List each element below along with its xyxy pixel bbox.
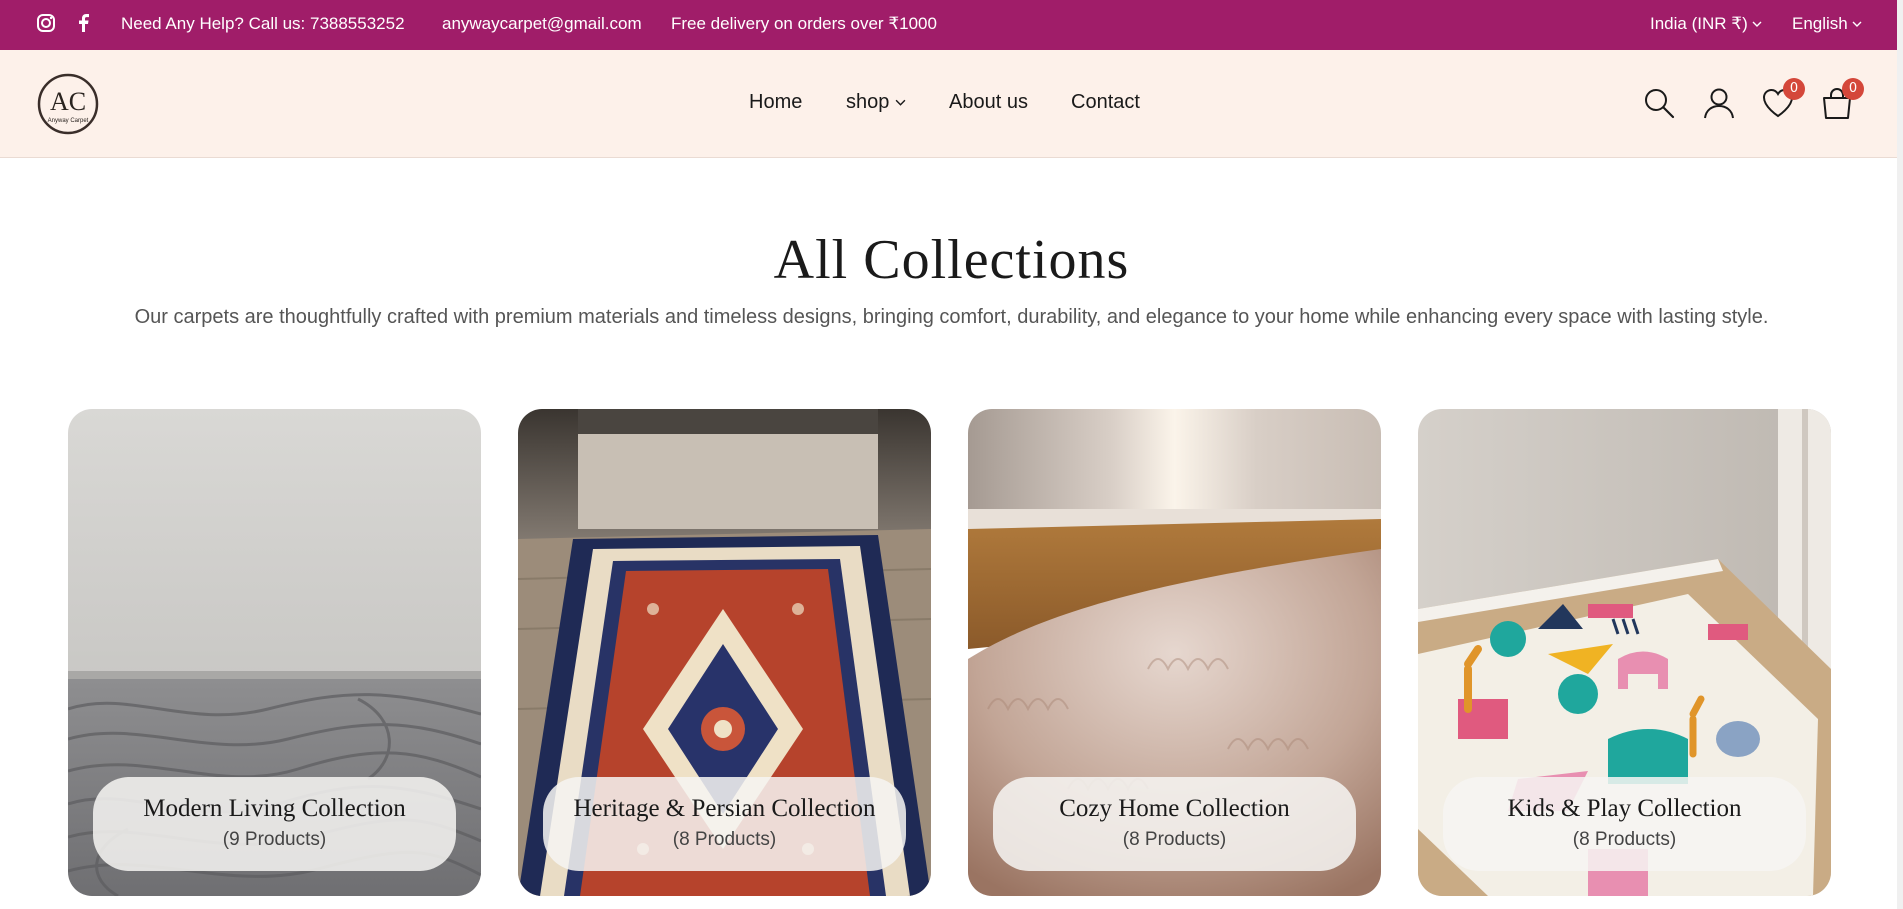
collection-label: Modern Living Collection (9 Products) [93, 777, 456, 871]
currency-selector[interactable]: India (INR ₹) [1650, 14, 1762, 34]
collection-card-heritage-persian[interactable]: Heritage & Persian Collection (8 Product… [518, 409, 931, 896]
search-icon [1645, 89, 1675, 119]
chevron-down-icon [1752, 21, 1762, 27]
collection-name: Modern Living Collection [143, 795, 406, 822]
chevron-down-icon [1852, 21, 1862, 27]
collection-label: Cozy Home Collection (8 Products) [993, 777, 1356, 871]
collection-label: Kids & Play Collection (8 Products) [1443, 777, 1806, 871]
page-subtitle: Our carpets are thoughtfully crafted wit… [134, 306, 1769, 328]
header-actions: 0 0 [0, 78, 1903, 122]
account-button[interactable] [1702, 86, 1736, 120]
collection-count: (8 Products) [1572, 829, 1677, 850]
wishlist-count-badge: 0 [1783, 78, 1805, 100]
cart-count-badge: 0 [1842, 78, 1864, 100]
search-button[interactable] [1642, 86, 1676, 120]
top-announcement-bar: Need Any Help? Call us: 7388553252 anywa… [0, 0, 1903, 50]
collection-card-cozy-home[interactable]: Cozy Home Collection (8 Products) [968, 409, 1381, 896]
collection-card-modern-living[interactable]: Modern Living Collection (9 Products) [68, 409, 481, 896]
facebook-icon[interactable] [74, 13, 94, 33]
language-selector[interactable]: English [1792, 14, 1862, 34]
collection-card-kids-play[interactable]: Kids & Play Collection (8 Products) [1418, 409, 1831, 896]
cart-button[interactable]: 0 [1820, 78, 1864, 120]
free-delivery-text: Free delivery on orders over ₹1000 [671, 14, 937, 33]
instagram-icon[interactable] [36, 13, 56, 33]
currency-label: India (INR ₹) [1650, 14, 1748, 33]
page-scrollbar[interactable] [1897, 0, 1903, 909]
contact-email[interactable]: anywaycarpet@gmail.com [442, 14, 642, 34]
collection-count: (9 Products) [222, 829, 327, 850]
wishlist-button[interactable]: 0 [1761, 78, 1805, 120]
user-icon [1704, 88, 1734, 119]
collection-count: (8 Products) [672, 829, 777, 850]
collection-name: Cozy Home Collection [1059, 795, 1290, 822]
site-header: AC Anyway Carpet Home shop About us Cont… [0, 50, 1903, 158]
page-title: All Collections [773, 229, 1130, 291]
collections-grid: Modern Living Collection (9 Products) He… [68, 409, 1831, 896]
collection-count: (8 Products) [1122, 829, 1227, 850]
help-phone-text: Need Any Help? Call us: 7388553252 [121, 14, 405, 33]
social-links [36, 13, 94, 33]
collection-label: Heritage & Persian Collection (8 Product… [543, 777, 906, 871]
collection-name: Kids & Play Collection [1507, 795, 1742, 822]
collection-name: Heritage & Persian Collection [573, 795, 876, 822]
language-label: English [1792, 14, 1848, 33]
